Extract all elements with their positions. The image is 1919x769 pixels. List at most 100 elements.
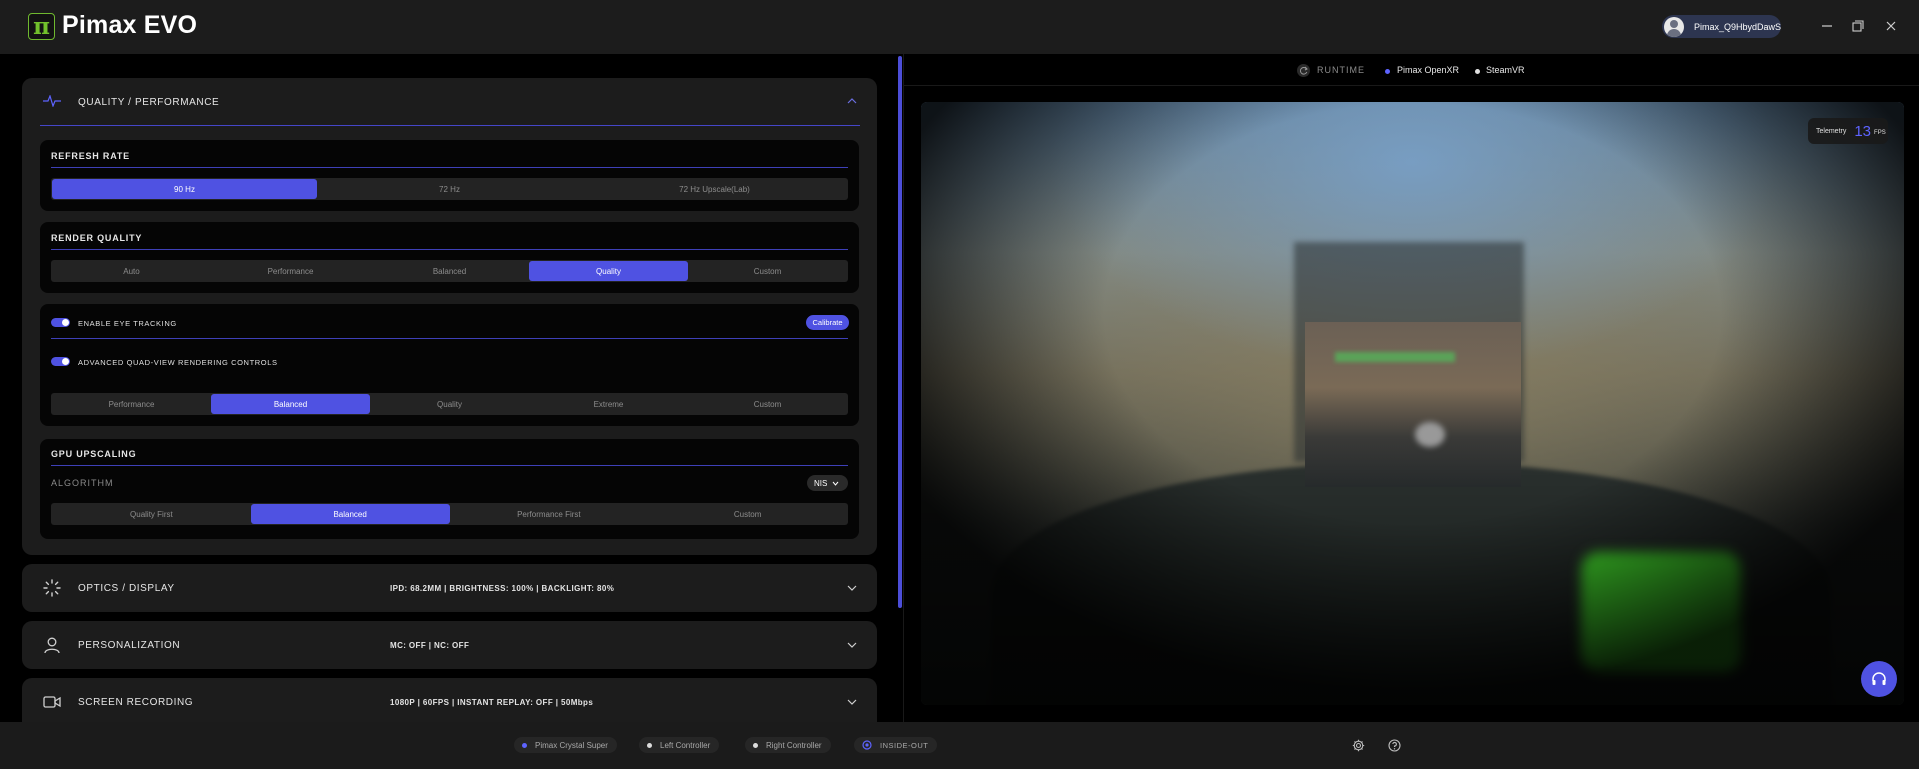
tracking-icon xyxy=(862,740,872,750)
headset-support-icon xyxy=(1872,672,1886,685)
status-bar: Pimax Crystal Super Left Controller Righ… xyxy=(0,722,1919,769)
foveated-region xyxy=(1305,322,1521,487)
status-dot xyxy=(1385,69,1390,74)
render-quality-selector: Auto Performance Balanced Quality Custom xyxy=(51,260,848,282)
quad-option-extreme[interactable]: Extreme xyxy=(529,394,688,414)
screen-recording-title: SCREEN RECORDING xyxy=(78,697,194,708)
render-option-custom[interactable]: Custom xyxy=(688,261,847,281)
restore-icon xyxy=(1852,20,1864,32)
gpu-upscaling-title: GPU UPSCALING xyxy=(51,449,137,459)
status-dot xyxy=(1475,69,1480,74)
runtime-option-openxr[interactable]: Pimax OpenXR xyxy=(1397,65,1459,75)
device-right-controller[interactable]: Right Controller xyxy=(745,737,831,753)
headset-view-preview: Telemetry 13 FPS xyxy=(921,102,1904,705)
quad-option-quality[interactable]: Quality xyxy=(370,394,529,414)
screen-recording-card[interactable]: SCREEN RECORDING 1080P | 60FPS | INSTANT… xyxy=(22,678,877,722)
title-bar: π Pimax EVO Pimax_Q9HbydDawS xyxy=(0,0,1919,54)
quad-view-label: ADVANCED QUAD-VIEW RENDERING CONTROLS xyxy=(78,358,278,367)
refresh-icon[interactable] xyxy=(1297,64,1310,77)
personalization-card[interactable]: PERSONALIZATION MC: OFF | NC: OFF xyxy=(22,621,877,669)
restore-button[interactable] xyxy=(1849,17,1867,35)
close-button[interactable] xyxy=(1882,17,1900,35)
quality-performance-card: QUALITY / PERFORMANCE REFRESH RATE 90 Hz… xyxy=(22,78,877,555)
quality-performance-title: QUALITY / PERFORMANCE xyxy=(78,97,220,108)
algorithm-value: NIS xyxy=(814,478,828,488)
telemetry-label: Telemetry xyxy=(1816,127,1847,135)
telemetry-badge[interactable]: Telemetry 13 FPS xyxy=(1808,118,1888,144)
help-icon xyxy=(1387,738,1401,752)
quad-option-balanced[interactable]: Balanced xyxy=(211,394,370,414)
device-headset[interactable]: Pimax Crystal Super xyxy=(514,737,617,753)
refresh-option-90hz[interactable]: 90 Hz xyxy=(52,179,317,199)
runtime-bar: RUNTIME Pimax OpenXR SteamVR xyxy=(904,54,1919,86)
device-label: Left Controller xyxy=(660,740,711,750)
render-quality-section: RENDER QUALITY Auto Performance Balanced… xyxy=(40,222,859,293)
upscale-option-performance-first[interactable]: Performance First xyxy=(450,504,649,524)
chevron-down-icon xyxy=(846,696,858,708)
tracking-label: INSIDE-OUT xyxy=(880,740,929,750)
status-dot xyxy=(522,742,527,748)
chevron-down-icon xyxy=(832,481,839,486)
optics-display-title: OPTICS / DISPLAY xyxy=(78,583,175,594)
app-title: Pimax EVO xyxy=(62,11,198,39)
help-button[interactable] xyxy=(1387,738,1401,752)
render-option-performance[interactable]: Performance xyxy=(211,261,370,281)
device-left-controller[interactable]: Left Controller xyxy=(639,737,720,753)
minimize-icon xyxy=(1822,25,1832,27)
tracking-mode[interactable]: INSIDE-OUT xyxy=(854,737,938,753)
chevron-down-icon xyxy=(846,639,858,651)
brightness-icon xyxy=(42,578,62,598)
calibrate-button[interactable]: Calibrate xyxy=(806,315,849,330)
eye-tracking-toggle[interactable] xyxy=(51,318,70,327)
algorithm-select[interactable]: NIS xyxy=(807,475,848,491)
refresh-rate-section: REFRESH RATE 90 Hz 72 Hz 72 Hz Upscale(L… xyxy=(40,140,859,211)
upscale-option-custom[interactable]: Custom xyxy=(648,504,847,524)
render-option-auto[interactable]: Auto xyxy=(52,261,211,281)
device-label: Right Controller xyxy=(766,740,822,750)
optics-display-summary: IPD: 68.2MM | BRIGHTNESS: 100% | BACKLIG… xyxy=(390,584,615,593)
upscale-option-balanced[interactable]: Balanced xyxy=(250,504,450,524)
quality-performance-header[interactable]: QUALITY / PERFORMANCE xyxy=(22,78,877,124)
user-name: Pimax_Q9HbydDawS xyxy=(1693,21,1781,32)
runtime-option-steamvr[interactable]: SteamVR xyxy=(1486,65,1525,75)
personalization-title: PERSONALIZATION xyxy=(78,640,181,651)
refresh-rate-title: REFRESH RATE xyxy=(51,151,130,161)
screen-recording-summary: 1080P | 60FPS | INSTANT REPLAY: OFF | 50… xyxy=(390,698,594,707)
refresh-option-72hz[interactable]: 72 Hz xyxy=(317,179,582,199)
section-divider xyxy=(40,125,860,126)
pimax-logo: π xyxy=(28,13,55,40)
quad-option-custom[interactable]: Custom xyxy=(688,394,847,414)
status-dot xyxy=(647,742,652,748)
algorithm-label: ALGORITHM xyxy=(51,478,114,488)
chevron-up-icon xyxy=(846,95,858,107)
quad-option-performance[interactable]: Performance xyxy=(52,394,211,414)
render-option-balanced[interactable]: Balanced xyxy=(370,261,529,281)
close-icon xyxy=(1886,21,1896,31)
optics-display-card[interactable]: OPTICS / DISPLAY IPD: 68.2MM | BRIGHTNES… xyxy=(22,564,877,612)
user-icon xyxy=(42,635,62,655)
video-camera-icon xyxy=(42,692,62,712)
eye-tracking-label: ENABLE EYE TRACKING xyxy=(78,319,177,328)
section-divider xyxy=(51,338,848,339)
quad-view-toggle[interactable] xyxy=(51,357,70,366)
runtime-label: RUNTIME xyxy=(1317,65,1365,75)
render-quality-title: RENDER QUALITY xyxy=(51,233,143,243)
fps-value: 13 xyxy=(1854,122,1872,140)
user-account-button[interactable]: Pimax_Q9HbydDawS xyxy=(1662,15,1781,38)
render-option-quality[interactable]: Quality xyxy=(529,261,688,281)
gpu-upscaling-section: GPU UPSCALING ALGORITHM NIS Quality Firs… xyxy=(40,439,859,539)
quad-view-selector: Performance Balanced Quality Extreme Cus… xyxy=(51,393,848,415)
chevron-down-icon xyxy=(846,582,858,594)
pulse-icon xyxy=(42,91,62,111)
fps-unit: FPS xyxy=(1874,129,1886,136)
minimize-button[interactable] xyxy=(1818,17,1836,35)
upscale-option-quality-first[interactable]: Quality First xyxy=(52,504,251,524)
section-divider xyxy=(51,249,848,250)
section-divider xyxy=(51,167,848,168)
support-button[interactable] xyxy=(1861,661,1897,697)
refresh-option-72hz-upscale[interactable]: 72 Hz Upscale(Lab) xyxy=(582,179,847,199)
settings-scrollbar[interactable] xyxy=(898,56,902,608)
settings-button[interactable] xyxy=(1351,738,1365,752)
section-divider xyxy=(51,465,848,466)
personalization-summary: MC: OFF | NC: OFF xyxy=(390,641,470,650)
